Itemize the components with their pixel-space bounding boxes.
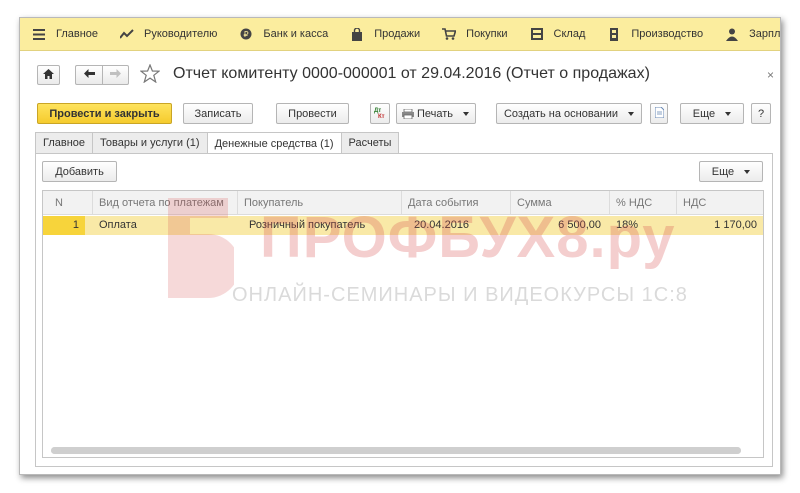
section-manager[interactable]: Руководителю [108, 18, 227, 50]
cell-buyer: Розничный покупатель [249, 219, 366, 231]
print-button[interactable]: Печать [396, 103, 476, 124]
tab-cash[interactable]: Денежные средства (1) [206, 132, 342, 154]
create-based-on-button[interactable]: Создать на основании [496, 103, 642, 124]
section-main[interactable]: Главное [20, 18, 108, 50]
tab-main[interactable]: Главное [35, 132, 94, 153]
chevron-down-icon [725, 111, 732, 116]
table-header: N Вид отчета по платежам Покупатель Дата… [43, 191, 763, 215]
page-title: Отчет комитенту 0000-000001 от 29.04.201… [173, 65, 650, 82]
table-row[interactable]: 1 Оплата Розничный покупатель 20.04.2016… [43, 216, 763, 235]
create-based-on-label: Создать на основании [503, 107, 619, 120]
dt-kt-button[interactable]: Дт Кт [370, 103, 390, 124]
cell-n: 1 [43, 216, 85, 235]
section-production[interactable]: Производство [595, 18, 713, 50]
section-label: Главное [56, 28, 99, 40]
column-header-vat-rate[interactable]: % НДС [610, 191, 677, 215]
print-label: Печать [417, 107, 454, 120]
more-button[interactable]: Еще [680, 103, 744, 124]
cell-vat: 1 170,00 [714, 219, 757, 231]
debit-credit-icon: Дт Кт [374, 106, 386, 121]
add-button[interactable]: Добавить [42, 161, 117, 182]
column-header-vat[interactable]: НДС [677, 191, 763, 215]
arrow-right-icon [110, 69, 121, 81]
favorite-star-icon[interactable] [139, 63, 161, 86]
tab-goods-services[interactable]: Товары и услуги (1) [92, 132, 208, 153]
cell-amount: 6 500,00 [558, 219, 601, 231]
chevron-down-icon [628, 111, 635, 116]
warehouse-icon [530, 27, 544, 41]
section-sales[interactable]: Продажи [338, 18, 430, 50]
payments-table[interactable]: N Вид отчета по платежам Покупатель Дата… [42, 190, 764, 458]
document-button[interactable] [650, 103, 668, 124]
section-bank[interactable]: ₽ Банк и касса [227, 18, 338, 50]
tab-settlements[interactable]: Расчеты [340, 132, 400, 153]
section-label: Банк и касса [263, 28, 329, 40]
forward-button[interactable] [102, 65, 129, 85]
document-icon [654, 106, 664, 121]
close-icon[interactable]: × [767, 68, 774, 82]
tab-bar: Главное Товары и услуги (1) Денежные сре… [35, 132, 400, 154]
section-purchases[interactable]: Покупки [430, 18, 517, 50]
home-icon [43, 68, 54, 82]
help-button[interactable]: ? [751, 103, 771, 124]
svg-text:Кт: Кт [378, 114, 385, 118]
arrow-left-icon [83, 69, 95, 81]
more-label: Еще [692, 107, 716, 120]
menu-lines-icon [32, 27, 46, 41]
section-label: Покупки [466, 28, 508, 40]
chevron-down-icon [463, 111, 470, 116]
column-header-buyer[interactable]: Покупатель [238, 191, 402, 215]
home-button[interactable] [37, 65, 60, 85]
column-header-report-type[interactable]: Вид отчета по платежам [93, 191, 238, 215]
section-label: Зарплата и к [749, 28, 780, 40]
cell-event-date: 20.04.2016 [414, 219, 470, 231]
trend-chart-icon [120, 27, 134, 41]
coins-icon: ₽ [239, 27, 253, 41]
section-label: Руководителю [144, 28, 218, 40]
column-header-event-date[interactable]: Дата события [402, 191, 511, 215]
cart-icon [442, 27, 457, 41]
section-label: Склад [553, 28, 586, 40]
section-label: Продажи [374, 28, 421, 40]
horizontal-scrollbar[interactable] [51, 447, 741, 454]
person-icon [725, 27, 739, 41]
shopping-bag-icon [350, 27, 364, 41]
factory-icon [607, 27, 621, 41]
svg-text:₽: ₽ [244, 30, 249, 39]
printer-icon [402, 108, 414, 119]
scrollbar-thumb[interactable] [51, 447, 741, 454]
save-button[interactable]: Записать [183, 103, 253, 124]
tab-panel-cash: Добавить Еще N Вид отчета по платежам По… [35, 153, 773, 467]
post-button[interactable]: Провести [276, 103, 349, 124]
cell-report-type: Оплата [99, 219, 137, 231]
app-window: Главное Руководителю ₽ Банк и касса Прод… [19, 17, 781, 475]
column-header-n[interactable]: N [43, 191, 93, 215]
column-header-amount[interactable]: Сумма [511, 191, 610, 215]
section-warehouse[interactable]: Склад [518, 18, 596, 50]
chevron-down-icon [744, 169, 751, 174]
back-button[interactable] [75, 65, 102, 85]
post-and-close-button[interactable]: Провести и закрыть [37, 103, 172, 124]
section-label: Производство [631, 28, 704, 40]
section-panel: Главное Руководителю ₽ Банк и касса Прод… [20, 18, 780, 51]
table-more-label: Еще [711, 165, 735, 178]
section-salary[interactable]: Зарплата и к [713, 18, 780, 50]
table-more-button[interactable]: Еще [699, 161, 763, 182]
cell-vat-rate: 18% [616, 219, 639, 231]
